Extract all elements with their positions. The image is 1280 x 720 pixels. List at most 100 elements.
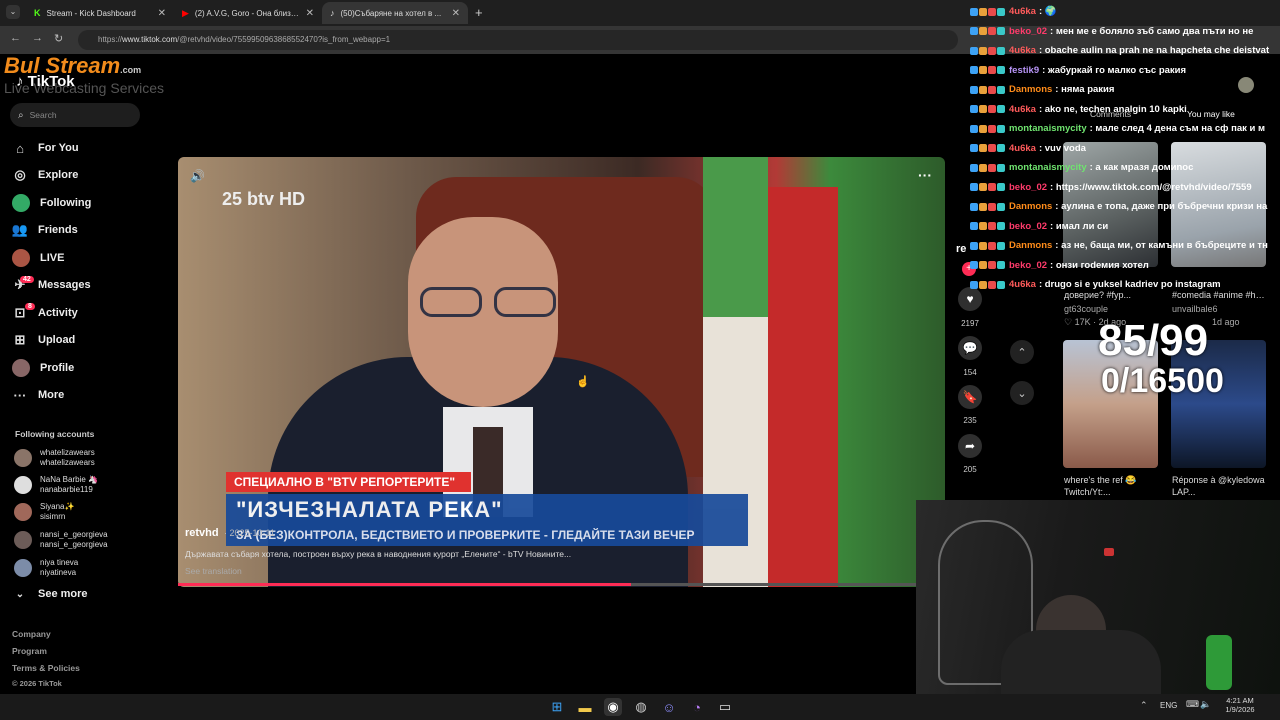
discord-icon[interactable]: ☺ [660, 698, 678, 716]
volume-tray-icon[interactable]: 🔈 [1200, 699, 1211, 710]
chrome-icon[interactable]: ◉ [604, 698, 622, 716]
badge-icon [988, 163, 996, 172]
badge-icon [997, 46, 1005, 55]
reload-icon[interactable]: ↻ [54, 32, 63, 45]
avatar [14, 531, 32, 549]
url-field[interactable]: https://www.tiktok.com/@retvhd/video/755… [78, 30, 958, 50]
sidebar-item-profile[interactable]: Profile [12, 358, 74, 378]
chat-username: beko_02 [1009, 181, 1048, 193]
chat-text: : аулина е топа, даже при бъбречни кризи… [1055, 201, 1268, 213]
see-more-button[interactable]: ⌄ See more [12, 584, 88, 604]
save-count: 235 [963, 416, 977, 425]
following-account[interactable]: nansi_e_georgieva nansi_e_georgieva [14, 528, 108, 552]
chat-text: : obache aulin na prah ne na hapcheta ch… [1038, 45, 1270, 57]
share-icon: ➦ [964, 439, 976, 453]
chat-badges [970, 202, 1005, 211]
chat-badges [970, 280, 1005, 289]
obs-icon[interactable]: ◍ [632, 698, 650, 716]
video-player[interactable]: 25 btv HD 🔊 ··· СПЕЦИАЛНО В "BTV РЕПОРТЕ… [178, 157, 945, 587]
new-tab-button[interactable]: + [475, 5, 483, 20]
chat-message: montanaismycity: мале след 4 дена съм на… [970, 119, 1280, 139]
chevron-up-icon: ⌃ [1017, 346, 1027, 359]
share-button[interactable]: ➦ [958, 434, 982, 458]
chat-username: festik9 [1009, 64, 1040, 76]
badge-icon [970, 66, 978, 75]
more-options-icon[interactable]: ··· [918, 167, 932, 183]
recommended-meta: 1d ago [1212, 317, 1240, 327]
sidebar-item-live[interactable]: LIVE [12, 248, 64, 268]
close-icon[interactable]: ✕ [452, 8, 460, 19]
badge-icon [988, 261, 996, 270]
video-author[interactable]: retvhd [185, 527, 219, 539]
tiktok-logo[interactable]: ♪ TikTok [16, 73, 75, 90]
badge-icon [979, 280, 987, 289]
sidebar-item-explore[interactable]: ◎ Explore [12, 165, 78, 185]
footer-program-link[interactable]: Program [12, 646, 47, 656]
recommended-caption[interactable]: where's the ref 😂 Twitch/Yt:... [1064, 474, 1158, 498]
sidebar-item-friends[interactable]: 👥 Friends [12, 220, 78, 240]
sidebar-item-for-you[interactable]: ⌂ For You [12, 138, 78, 158]
badge-icon [988, 222, 996, 231]
recommended-author[interactable]: unvailbale6 [1172, 304, 1218, 314]
close-icon[interactable]: ✕ [306, 8, 314, 19]
chat-message: 4u6ka: ako ne, techen analgin 10 kapki [970, 100, 1280, 120]
chat-badges [970, 85, 1005, 94]
close-icon[interactable]: ✕ [158, 8, 166, 19]
back-icon[interactable]: ← [10, 32, 21, 44]
search-input[interactable]: Search [30, 110, 57, 120]
tab-tiktok[interactable]: ♪ (50)Събаряне на хотел в ... ✕ [322, 2, 468, 24]
tab-youtube[interactable]: ▶ (2) A.V.G, Goro - Она близко ( ✕ [174, 2, 322, 24]
see-translation-link[interactable]: See translation [185, 566, 242, 576]
copyright: © 2026 TikTok [12, 679, 62, 688]
sidebar-item-more[interactable]: ··· More [12, 385, 65, 405]
following-icon [12, 194, 30, 212]
sidebar-item-upload[interactable]: ⊞ Upload [12, 330, 76, 350]
badge-icon [979, 46, 987, 55]
comment-button[interactable]: 💬 [958, 336, 982, 360]
badge-icon [997, 202, 1005, 211]
badge-icon [997, 241, 1005, 250]
avatar [14, 476, 32, 494]
stream-subgoal-counter: 0/16500 [1101, 362, 1224, 400]
forward-icon[interactable]: → [32, 32, 43, 44]
recommended-caption[interactable]: Réponse à @kyledowa LAP... [1172, 474, 1266, 498]
sidebar-item-following[interactable]: Following [12, 193, 91, 213]
chat-text: : онзи гоdемия хотел [1050, 259, 1149, 271]
comment-count: 154 [963, 368, 977, 377]
twitch-icon[interactable]: ◔ [688, 698, 706, 716]
chat-username: beko_02 [1009, 25, 1048, 37]
following-account[interactable]: niya tineva niyatineva [14, 556, 78, 580]
chat-text: : а как мразя домиnoc [1089, 162, 1194, 174]
sidebar-item-activity[interactable]: ⊡ Activity [12, 303, 78, 323]
badge-icon [970, 27, 978, 36]
start-icon[interactable]: ⊞ [548, 698, 566, 716]
badge-icon [970, 144, 978, 153]
previous-video-button[interactable]: ⌃ [1010, 340, 1034, 364]
video-progress-fill [178, 583, 631, 586]
language-indicator[interactable]: ENG [1160, 701, 1177, 710]
next-video-button[interactable]: ⌄ [1010, 381, 1034, 405]
tab-list-button[interactable]: ⌄ [6, 5, 20, 19]
network-icon[interactable]: ⌨ [1186, 699, 1199, 710]
recommended-author[interactable]: gt63couple [1064, 304, 1108, 314]
badge-icon [988, 202, 996, 211]
tray-overflow-icon[interactable]: ⌃ [1140, 700, 1148, 711]
badge-icon [970, 222, 978, 231]
chevron-down-icon: ⌄ [1017, 387, 1027, 400]
volume-icon[interactable]: 🔊 [190, 169, 205, 183]
search-box[interactable]: ⌕ Search [10, 103, 140, 127]
tab-kick[interactable]: K Stream - Kick Dashboard ✕ [26, 2, 174, 24]
terminal-icon[interactable]: ▭ [716, 698, 734, 716]
following-account[interactable]: whatelizawears whatelizawears [14, 446, 95, 470]
btv-channel-logo: 25 btv HD [222, 189, 306, 209]
footer-terms-link[interactable]: Terms & Policies [12, 663, 80, 673]
following-account[interactable]: NaNa Barbie 🦄 nanabarbie119 [14, 473, 98, 497]
footer-company-link[interactable]: Company [12, 629, 51, 639]
clock[interactable]: 4:21 AM 1/9/2026 [1220, 696, 1260, 714]
badge-icon [997, 85, 1005, 94]
following-account[interactable]: Siyana✨ sisimrn [14, 500, 74, 524]
badge-icon [997, 66, 1005, 75]
file-explorer-icon[interactable]: ▬ [576, 698, 594, 716]
save-button[interactable]: 🔖 [958, 385, 982, 409]
badge-icon [979, 85, 987, 94]
